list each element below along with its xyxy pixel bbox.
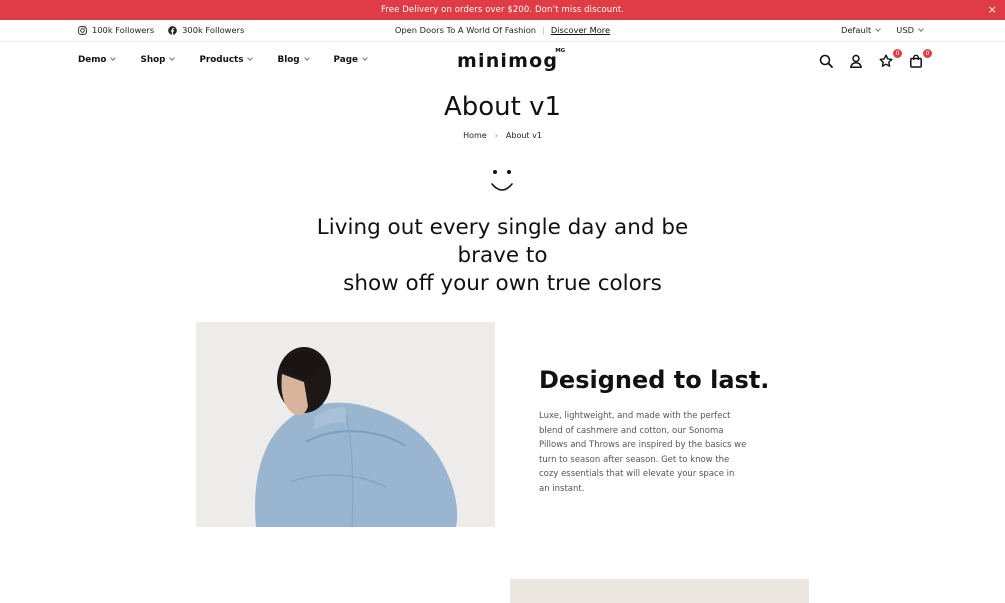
nav-item-shop[interactable]: Shop bbox=[140, 55, 176, 65]
language-select[interactable]: Default bbox=[840, 25, 882, 35]
logo-mark: MG bbox=[555, 47, 566, 54]
wishlist-icon[interactable]: 0 bbox=[879, 48, 903, 69]
chevron-down-icon bbox=[303, 55, 310, 61]
wishlist-count-badge: 0 bbox=[892, 48, 903, 59]
page-title: About v1 bbox=[443, 92, 562, 122]
nav-label: Page bbox=[333, 55, 358, 65]
quote-line-2: show off your own true colors bbox=[343, 271, 662, 296]
breadcrumb-separator-icon: › bbox=[494, 131, 498, 140]
chevron-down-icon bbox=[875, 26, 882, 32]
nav-item-page[interactable]: Page bbox=[333, 55, 368, 65]
nav-label: Blog bbox=[277, 55, 300, 65]
breadcrumb-home[interactable]: Home bbox=[463, 131, 487, 140]
chevron-down-icon bbox=[169, 55, 176, 61]
cart-icon[interactable]: 0 bbox=[909, 48, 933, 69]
chevron-down-icon bbox=[247, 55, 254, 61]
breadcrumb: Home › About v1 bbox=[0, 131, 1005, 140]
feature-heading: Designed to last. bbox=[539, 366, 770, 394]
header-icons: 0 0 bbox=[819, 48, 933, 69]
promo-text: Open Doors To A World Of Fashion bbox=[394, 25, 537, 35]
top-bar: 100k Followers 300k Followers Open Doors… bbox=[0, 20, 1005, 42]
chevron-down-icon bbox=[362, 55, 368, 61]
smiley-icon bbox=[491, 170, 513, 191]
nav-label: Shop bbox=[140, 55, 166, 65]
next-section-image bbox=[510, 579, 809, 603]
currency-select[interactable]: USD bbox=[896, 25, 924, 35]
promo-separator: | bbox=[542, 25, 545, 35]
nav-item-demo[interactable]: Demo bbox=[78, 55, 117, 65]
language-label: Default bbox=[840, 25, 872, 35]
cart-count-badge: 0 bbox=[922, 48, 933, 59]
nav-item-products[interactable]: Products bbox=[199, 55, 254, 65]
close-icon[interactable]: × bbox=[988, 3, 997, 16]
breadcrumb-current: About v1 bbox=[505, 131, 542, 140]
nav-item-blog[interactable]: Blog bbox=[277, 55, 310, 65]
account-icon[interactable] bbox=[849, 53, 865, 69]
announcement-bar: Free Delivery on orders over $200. Don’t… bbox=[0, 0, 1005, 20]
search-icon[interactable] bbox=[819, 53, 835, 69]
quote-line-1: Living out every single day and be brave… bbox=[316, 215, 689, 268]
chevron-down-icon bbox=[110, 55, 117, 61]
chevron-down-icon bbox=[918, 26, 924, 32]
discover-more-link[interactable]: Discover More bbox=[551, 25, 610, 35]
announcement-text: Free Delivery on orders over $200. Don’t… bbox=[381, 5, 624, 15]
model-photo bbox=[196, 322, 495, 527]
currency-label: USD bbox=[896, 25, 914, 35]
nav-label: Demo bbox=[78, 55, 107, 65]
site-logo[interactable]: minimogMG bbox=[457, 47, 568, 72]
nav-label: Products bbox=[199, 55, 244, 65]
brand-quote: Living out every single day and be brave… bbox=[300, 214, 705, 298]
feature-body: Luxe, lightweight, and made with the per… bbox=[539, 411, 747, 494]
logo-text: minimog bbox=[457, 50, 559, 72]
